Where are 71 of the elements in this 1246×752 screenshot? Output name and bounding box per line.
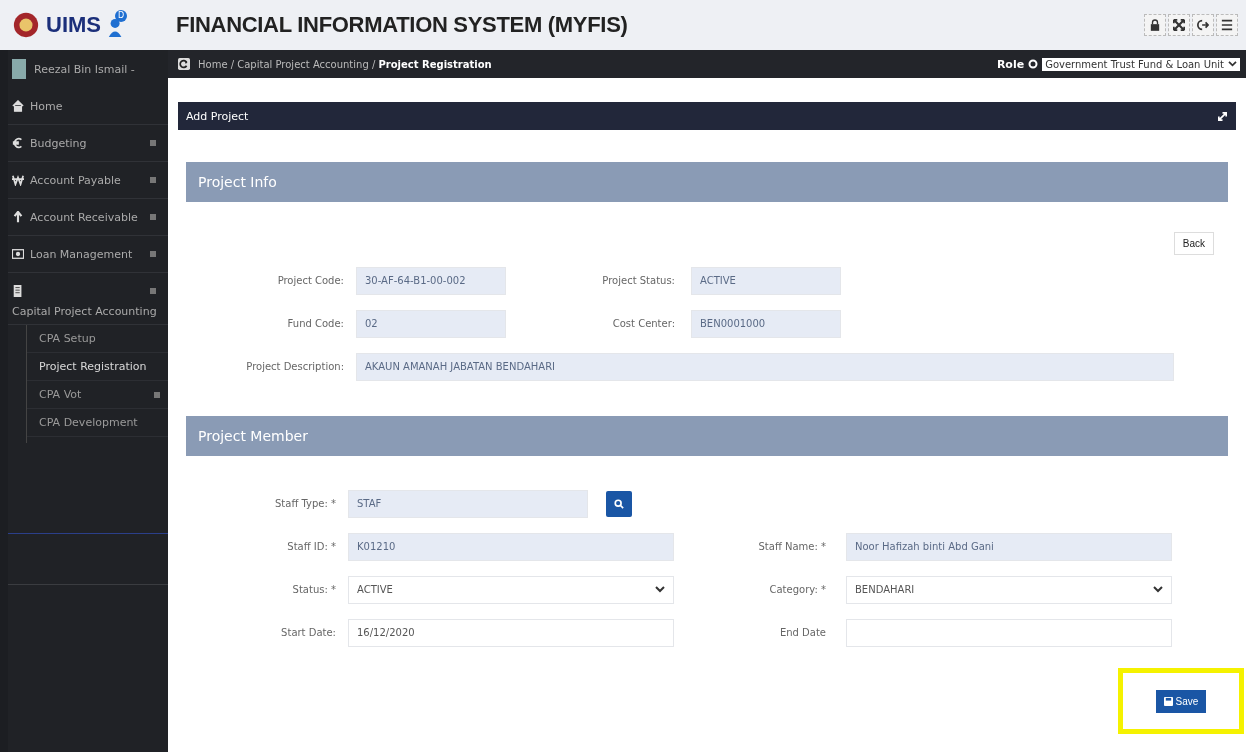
nav-item[interactable]: Budgeting — [30, 136, 144, 150]
role-select[interactable]: Government Trust Fund & Loan Unit — [1042, 57, 1240, 71]
crest-logo-icon — [12, 11, 40, 39]
nav-item[interactable]: Home — [30, 99, 164, 113]
nav-item[interactable]: Capital Project Accounting — [12, 305, 164, 318]
lock-button[interactable] — [1144, 14, 1166, 36]
select-field[interactable]: ACTIVE — [348, 575, 674, 604]
save-button[interactable]: Save — [1155, 689, 1207, 713]
expand-icon[interactable] — [1217, 110, 1228, 122]
fullscreen-icon — [1173, 19, 1185, 31]
won-icon — [12, 174, 24, 186]
select-field[interactable]: BENDAHARI — [846, 575, 1172, 604]
logout-button[interactable] — [1192, 14, 1214, 36]
field-label: Project Status: — [601, 275, 676, 286]
input-field[interactable]: 30-AF-64-B1-00-002 — [356, 266, 506, 295]
search-icon — [614, 498, 624, 509]
field-label: Staff Type: * — [274, 498, 337, 509]
input-field[interactable] — [846, 618, 1172, 647]
nav-subitem[interactable]: CPA Development — [39, 416, 168, 429]
field-label: Project Description: — [245, 361, 345, 372]
input-field[interactable]: 16/12/2020 — [348, 618, 674, 647]
nav-subitem[interactable]: CPA Vot — [39, 388, 154, 401]
home-icon — [12, 100, 24, 112]
notification-badge: D — [115, 10, 127, 22]
menu-button[interactable] — [1216, 14, 1238, 36]
chevron-down-icon — [655, 585, 665, 594]
avatar-placeholder — [12, 59, 26, 79]
search-button[interactable] — [606, 490, 632, 517]
chevron-down-icon — [1228, 60, 1237, 68]
field-label: Cost Center: — [611, 318, 676, 329]
chevron-down-icon — [1153, 585, 1163, 594]
banknote-icon — [12, 248, 24, 260]
breadcrumb-text: Home / Capital Project Accounting / Project Registration — [198, 58, 493, 70]
input-field[interactable]: STAF — [348, 489, 588, 518]
input-field[interactable]: K01210 — [348, 532, 674, 561]
input-field[interactable]: BEN0001000 — [691, 309, 841, 338]
nav-item[interactable]: Account Payable — [30, 173, 144, 187]
user-name[interactable]: Reezal Bin Ismail - — [34, 62, 135, 76]
field-label: End Date — [778, 627, 827, 638]
save-icon — [1163, 696, 1173, 706]
field-label: Staff ID: * — [286, 541, 337, 552]
lock-icon — [1150, 19, 1160, 31]
building-icon — [12, 285, 24, 297]
circle-icon — [1028, 59, 1039, 69]
nav-item[interactable]: Account Receivable — [30, 210, 144, 224]
nav-subitem[interactable]: CPA Setup — [39, 332, 168, 345]
panel-title: Add Project — [186, 109, 249, 123]
role-label: Role — [996, 57, 1025, 71]
up-arrow-icon — [12, 211, 24, 223]
input-field[interactable]: ACTIVE — [691, 266, 841, 295]
nav-subitem[interactable]: Project Registration — [39, 360, 168, 373]
field-label: Start Date: — [280, 627, 337, 638]
input-field[interactable]: AKAUN AMANAH JABATAN BENDAHARI — [356, 352, 1174, 381]
nav-item[interactable]: Loan Management — [30, 247, 144, 261]
field-label: Fund Code: — [286, 318, 345, 329]
section-title: Project Info — [198, 174, 277, 190]
back-button[interactable]: Back — [1173, 232, 1214, 255]
input-field[interactable]: 02 — [356, 309, 506, 338]
field-label: Category: * — [768, 584, 827, 595]
field-label: Status: * — [291, 584, 337, 595]
logo-text: UIMS — [46, 12, 101, 38]
field-label: Project Code: — [276, 275, 345, 286]
section-title: Project Member — [198, 428, 308, 444]
app-title: FINANCIAL INFORMATION SYSTEM (MYFIS) — [176, 12, 629, 38]
euro-icon — [12, 137, 24, 149]
field-label: Staff Name: * — [757, 541, 827, 552]
input-field[interactable]: Noor Hafizah binti Abd Gani — [846, 532, 1172, 561]
logout-icon — [1197, 19, 1209, 31]
menu-icon — [1221, 19, 1233, 31]
refresh-icon[interactable] — [178, 58, 190, 70]
fullscreen-button[interactable] — [1168, 14, 1190, 36]
